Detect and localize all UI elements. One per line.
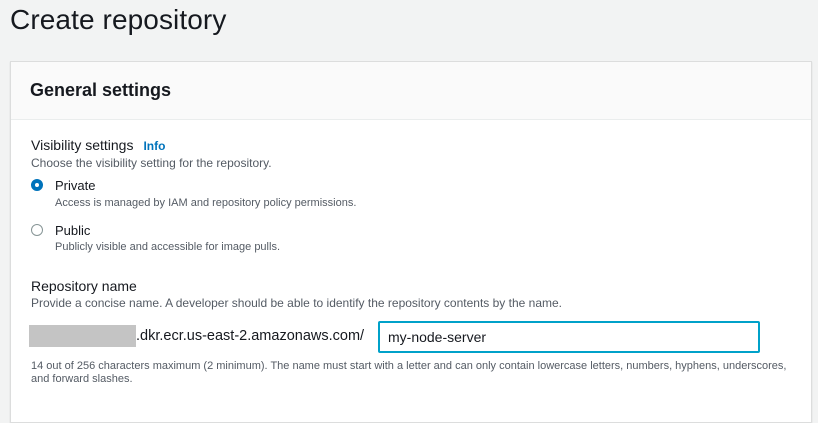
redacted-account-id <box>29 325 136 347</box>
page-title: Create repository <box>10 4 227 35</box>
info-link[interactable]: Info <box>143 139 165 153</box>
visibility-settings-label-text: Visibility settings <box>31 137 134 153</box>
panel-title: General settings <box>30 80 172 100</box>
repository-name-input[interactable] <box>378 321 760 353</box>
radio-private-description: Access is managed by IAM and repository … <box>55 197 357 209</box>
radio-unchecked-icon[interactable] <box>31 224 43 236</box>
visibility-settings-label: Visibility settings Info <box>31 137 165 153</box>
panel-header: General settings <box>11 62 811 120</box>
general-settings-panel: General settings Visibility settings Info… <box>10 61 812 423</box>
visibility-settings-description: Choose the visibility setting for the re… <box>31 156 272 170</box>
repository-name-constraint: 14 out of 256 characters maximum (2 mini… <box>31 360 787 385</box>
radio-private-label[interactable]: Private <box>55 178 95 193</box>
repository-name-description: Provide a concise name. A developer shou… <box>31 296 562 310</box>
radio-public-label[interactable]: Public <box>55 223 90 238</box>
repository-name-label: Repository name <box>31 278 137 294</box>
registry-uri-suffix: .dkr.ecr.us-east-2.amazonaws.com/ <box>136 328 365 344</box>
radio-checked-icon[interactable] <box>31 179 43 191</box>
radio-public-description: Publicly visible and accessible for imag… <box>55 241 280 253</box>
